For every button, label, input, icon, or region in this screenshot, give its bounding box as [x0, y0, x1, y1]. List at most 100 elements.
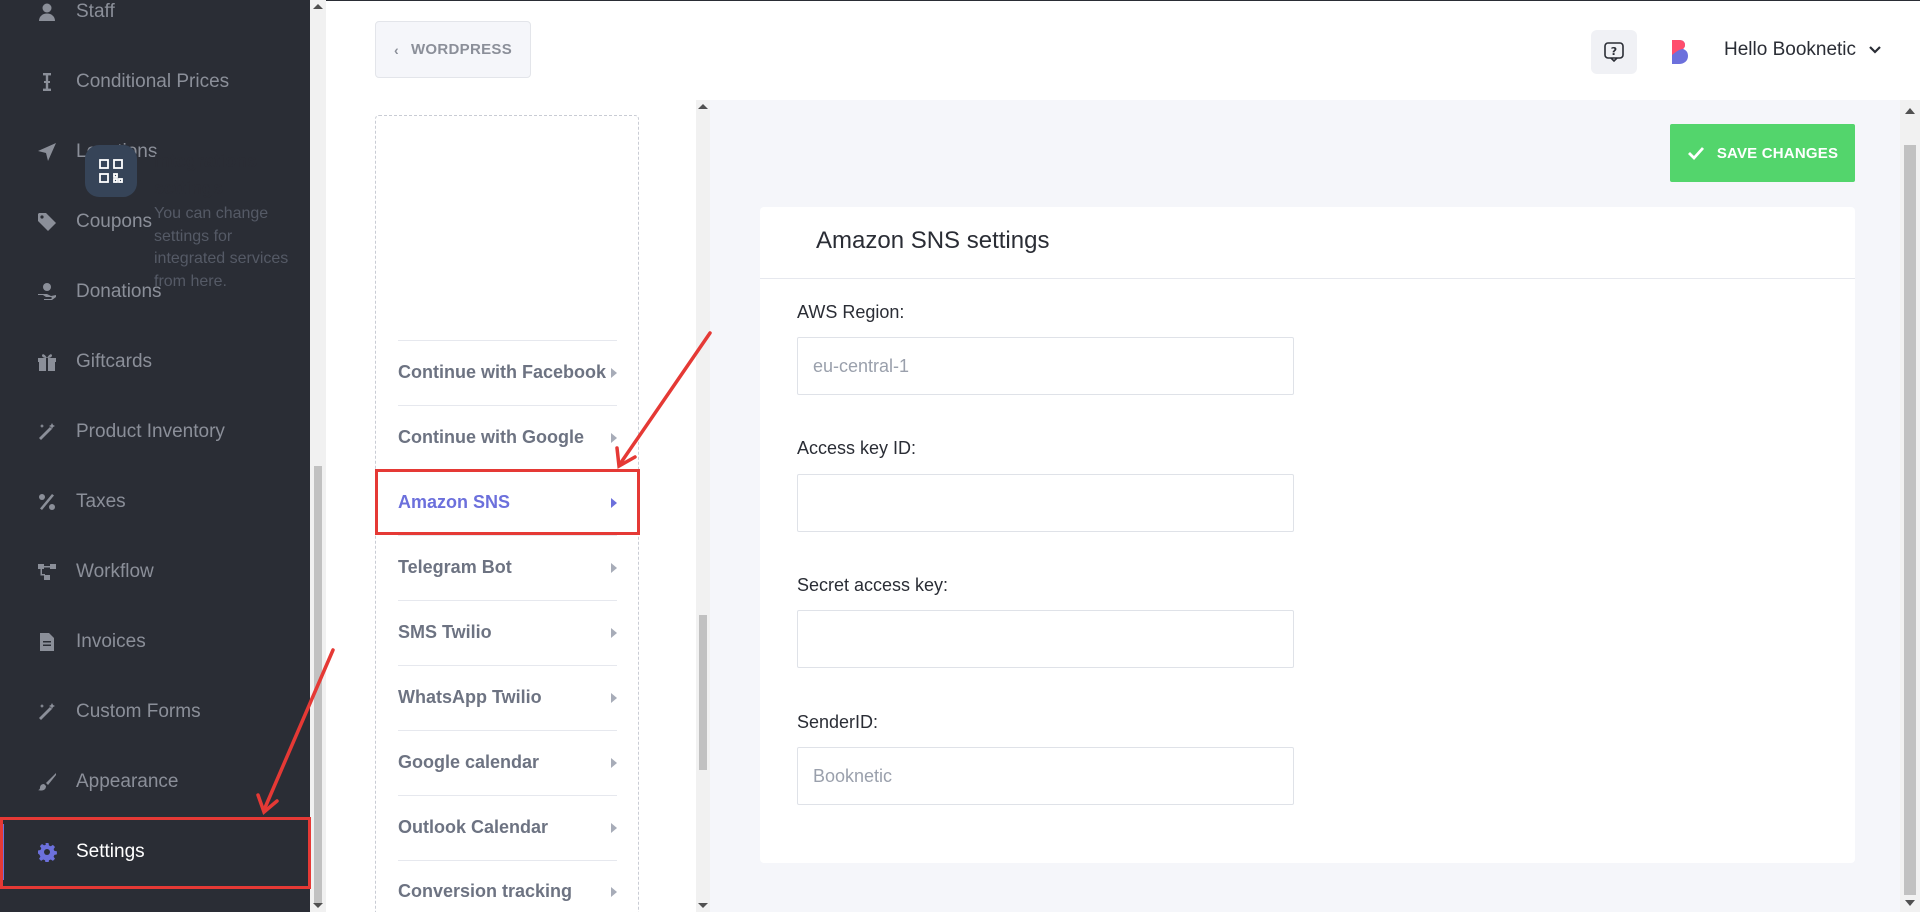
svg-text:?: ? — [1611, 45, 1617, 58]
scroll-up-arrow[interactable] — [313, 4, 323, 9]
menu-item-label: Google calendar — [398, 752, 540, 772]
amazon-sns-settings-card: Amazon SNS settings AWS Region: Access k… — [760, 207, 1855, 863]
settings-menu-description: You can change settings for integrated s… — [154, 205, 289, 290]
caret-right-icon — [611, 562, 617, 573]
location-arrow-icon — [36, 141, 58, 163]
sidebar-item-product-inventory[interactable]: Product Inventory — [0, 404, 310, 460]
sidebar-item-label: Invoices — [76, 631, 146, 652]
sidebar-item-workflow[interactable]: Workflow — [0, 544, 310, 600]
sidebar-item-label: Workflow — [76, 561, 154, 582]
back-to-wordpress-button[interactable]: ‹ WORDPRESS — [375, 21, 531, 78]
menu-item-label: Outlook Calendar — [398, 817, 549, 837]
percent-icon — [36, 491, 58, 513]
sidebar-item-label: Appearance — [76, 771, 179, 792]
card-title: Amazon SNS settings — [816, 227, 1050, 254]
access-key-id-label: Access key ID: — [797, 438, 917, 458]
sidebar: Staff Conditional Prices Locations Coupo… — [0, 0, 310, 912]
scrollbar-thumb[interactable] — [1904, 145, 1916, 895]
sidebar-item-label: Product Inventory — [76, 421, 225, 442]
scroll-up-arrow[interactable] — [1905, 108, 1915, 114]
chevron-left-icon: ‹ — [393, 41, 399, 58]
check-icon — [1687, 147, 1704, 161]
help-chat-icon: ? — [1604, 42, 1624, 63]
menu-item-sms-twilio[interactable]: SMS Twilio — [398, 600, 617, 664]
sidebar-item-label: Donations — [76, 281, 162, 302]
caret-right-icon — [611, 757, 617, 768]
caret-right-icon — [611, 497, 617, 508]
tag-icon — [36, 211, 58, 233]
brush-icon — [36, 771, 58, 793]
caret-right-icon — [611, 692, 617, 703]
help-button[interactable]: ? — [1591, 30, 1637, 74]
sender-id-input[interactable] — [797, 747, 1294, 805]
caret-right-icon — [611, 367, 617, 378]
sidebar-scrollbar[interactable] — [310, 0, 326, 912]
caret-right-icon — [611, 822, 617, 833]
settings-menu-scrollbar[interactable] — [696, 100, 710, 912]
gift-icon — [36, 351, 58, 373]
menu-item-label: Amazon SNS — [398, 492, 511, 512]
back-button-label: WORDPRESS — [410, 41, 512, 58]
menu-item-label: Conversion tracking — [398, 881, 573, 901]
save-changes-label: SAVE CHANGES — [1716, 144, 1839, 162]
integrations-icon — [85, 145, 137, 197]
user-menu[interactable]: Hello Booknetic — [1724, 39, 1882, 61]
sidebar-item-custom-forms[interactable]: Custom Forms — [0, 684, 310, 740]
sidebar-item-taxes[interactable]: Taxes — [0, 474, 310, 530]
menu-item-label: Telegram Bot — [398, 557, 512, 577]
menu-item-google[interactable]: Continue with Google — [398, 405, 617, 469]
sidebar-item-appearance[interactable]: Appearance — [0, 754, 310, 810]
sidebar-item-conditional-prices[interactable]: Conditional Prices — [0, 54, 310, 110]
scroll-down-arrow[interactable] — [313, 903, 323, 908]
sidebar-item-staff[interactable]: Staff — [0, 0, 310, 40]
sidebar-item-label: Giftcards — [76, 351, 153, 372]
sidebar-item-settings[interactable]: Settings — [0, 824, 310, 880]
scroll-down-arrow[interactable] — [698, 903, 708, 908]
file-icon — [36, 631, 58, 653]
hand-holding-icon — [36, 281, 58, 303]
access-key-id-input[interactable] — [797, 474, 1294, 532]
user-icon — [36, 1, 58, 23]
sidebar-item-label: Staff — [76, 1, 115, 22]
user-greeting: Hello Booknetic — [1724, 39, 1857, 60]
menu-item-whatsapp-twilio[interactable]: WhatsApp Twilio — [398, 665, 617, 729]
scroll-up-arrow[interactable] — [698, 104, 708, 109]
sidebar-item-label: Custom Forms — [76, 701, 201, 722]
save-changes-button[interactable]: SAVE CHANGES — [1670, 124, 1855, 182]
caret-right-icon — [611, 432, 617, 443]
divider — [760, 278, 1855, 279]
menu-item-conversion-tracking[interactable]: Conversion tracking — [398, 860, 617, 912]
magic-wand-icon — [36, 701, 58, 723]
main-scrollbar[interactable] — [1900, 100, 1920, 912]
cursor-text-icon — [36, 71, 58, 93]
menu-item-label: Continue with Google — [398, 427, 584, 447]
aws-region-input[interactable] — [797, 337, 1294, 395]
gear-icon — [36, 841, 58, 863]
menu-item-facebook[interactable]: Continue with Facebook — [398, 340, 617, 404]
sidebar-item-label: Conditional Prices — [76, 71, 230, 92]
scrollbar-thumb[interactable] — [314, 466, 322, 904]
menu-item-label: WhatsApp Twilio — [398, 687, 542, 707]
magic-wand-icon — [36, 421, 58, 443]
top-bar: ‹ WORDPRESS ? Hello Booknetic — [326, 0, 1920, 100]
sidebar-item-giftcards[interactable]: Giftcards — [0, 334, 310, 390]
menu-item-outlook-calendar[interactable]: Outlook Calendar — [398, 795, 617, 859]
sidebar-item-label: Coupons — [76, 211, 153, 232]
menu-item-label: SMS Twilio — [398, 622, 492, 642]
secret-access-key-input[interactable] — [797, 610, 1294, 668]
scrollbar-thumb[interactable] — [699, 615, 707, 770]
workflow-icon — [36, 561, 58, 583]
sidebar-item-invoices[interactable]: Invoices — [0, 614, 310, 670]
secret-access-key-label: Secret access key: — [797, 575, 949, 595]
menu-item-label: Continue with Facebook — [398, 362, 607, 382]
scroll-down-arrow[interactable] — [1905, 900, 1915, 906]
menu-item-telegram-bot[interactable]: Telegram Bot — [398, 535, 617, 599]
chevron-down-icon — [1869, 46, 1881, 54]
sender-id-label: SenderID: — [797, 712, 879, 732]
aws-region-label: AWS Region: — [797, 302, 905, 322]
caret-right-icon — [611, 627, 617, 638]
settings-menu-title: Integrations settings — [154, 151, 258, 198]
caret-right-icon — [611, 887, 617, 897]
menu-item-amazon-sns[interactable]: Amazon SNS — [398, 470, 617, 534]
menu-item-google-calendar[interactable]: Google calendar — [398, 730, 617, 794]
